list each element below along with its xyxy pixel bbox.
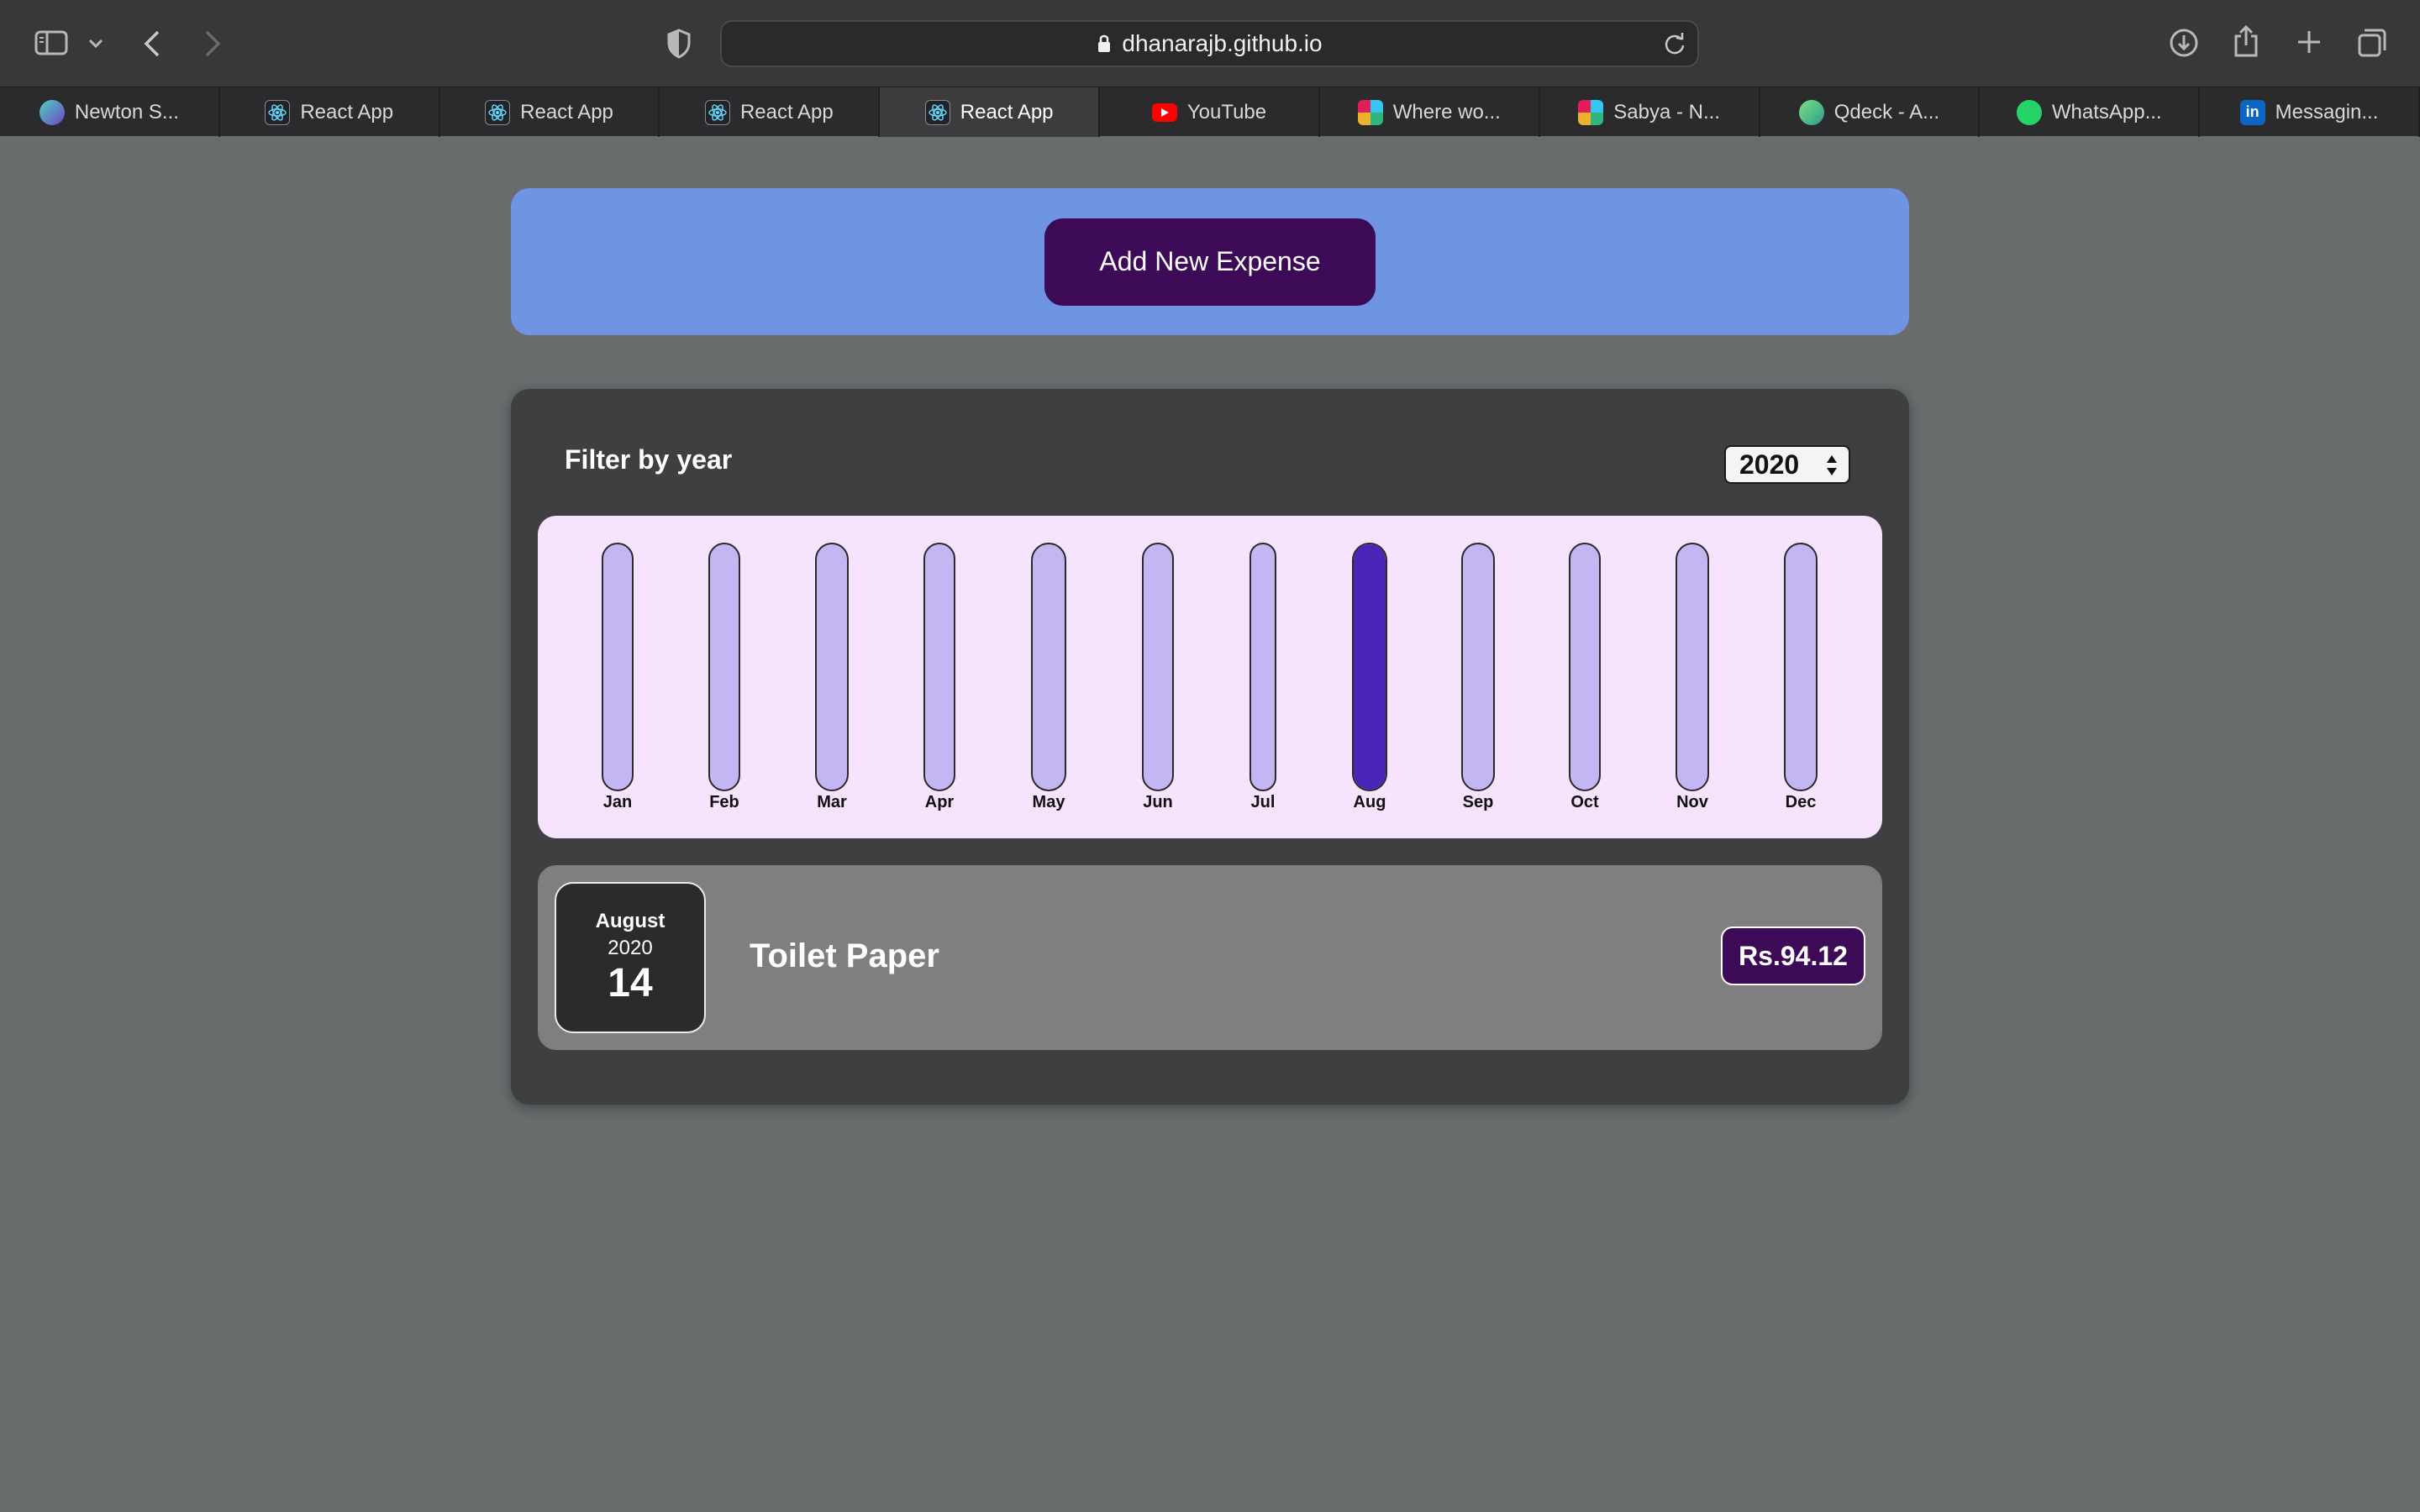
privacy-shield-icon[interactable] <box>664 27 694 60</box>
chart-bar-mar <box>815 543 849 791</box>
chart-bar-feb <box>708 543 740 791</box>
whatsapp-icon <box>2016 99 2042 125</box>
chevron-down-icon[interactable] <box>86 34 106 54</box>
tab-linkedin[interactable]: in Messagin... <box>2200 87 2420 137</box>
tab-label: React App <box>300 100 394 123</box>
tab-label: Sabya - N... <box>1613 100 1720 123</box>
expense-date: August 2020 14 <box>555 882 706 1033</box>
browser-toolbar: dhanarajb.github.io <box>0 0 2420 87</box>
tab-react-app-1[interactable]: React App <box>220 87 440 137</box>
chart-bar-label: Apr <box>924 793 955 811</box>
filter-label: Filter by year <box>565 444 733 475</box>
share-icon[interactable] <box>2231 24 2261 59</box>
chart-bar-jul <box>1249 543 1276 791</box>
youtube-icon <box>1151 102 1177 122</box>
chart-bar-label: Jan <box>602 793 633 811</box>
expenses-panel: Filter by year 2020 Jan Feb Mar Apr May Jun Ju… <box>511 389 1909 1105</box>
tab-label: React App <box>960 100 1054 123</box>
newton-icon <box>39 99 65 125</box>
url-text: dhanarajb.github.io <box>1122 30 1323 56</box>
tab-react-app-active[interactable]: React App <box>880 87 1101 137</box>
downloads-icon[interactable] <box>2168 27 2200 59</box>
tab-sabya[interactable]: Sabya - N... <box>1540 87 1760 137</box>
tab-newton[interactable]: Newton S... <box>0 87 220 137</box>
expense-item: August 2020 14 Toilet Paper Rs.94.12 <box>538 865 1882 1050</box>
back-icon[interactable] <box>139 27 165 60</box>
expense-title: Toilet Paper <box>750 937 939 974</box>
tab-label: Messagin... <box>2275 100 2379 123</box>
tab-label: Where wo... <box>1392 100 1501 123</box>
expense-date-month: August <box>595 909 666 932</box>
chart-bar-aug <box>1352 543 1387 791</box>
chart-bar-apr <box>923 543 955 791</box>
expense-amount: Rs.94.12 <box>1721 927 1865 985</box>
reload-icon[interactable] <box>1664 32 1686 61</box>
tab-label: React App <box>739 100 834 123</box>
chart-bar-label: Nov <box>1676 793 1708 811</box>
slack-icon <box>1578 99 1604 125</box>
qdeck-icon <box>1798 99 1824 125</box>
tab-bar: Newton S... React App React App React Ap… <box>0 87 2420 137</box>
year-select[interactable]: 2020 <box>1724 445 1850 484</box>
react-icon <box>485 99 511 125</box>
linkedin-icon: in <box>2239 99 2265 125</box>
new-expense-panel: Add New Expense <box>511 188 1909 335</box>
address-bar[interactable]: dhanarajb.github.io <box>720 20 1699 67</box>
chart-bar-dec <box>1784 543 1818 791</box>
chart-bar-label: Feb <box>709 793 739 811</box>
year-select-value: 2020 <box>1739 449 1800 480</box>
tab-youtube[interactable]: YouTube <box>1100 87 1320 137</box>
tab-react-app-2[interactable]: React App <box>440 87 660 137</box>
tab-label: WhatsApp... <box>2051 100 2162 123</box>
lock-icon <box>1097 34 1112 54</box>
react-icon <box>265 99 291 125</box>
chart-bar-oct <box>1569 543 1601 791</box>
react-icon <box>704 99 730 125</box>
chart-bar-jan <box>602 543 634 791</box>
chart-bar-label: Mar <box>817 793 847 811</box>
chart-bar-jun <box>1142 543 1174 791</box>
tab-label: YouTube <box>1186 100 1267 123</box>
chart-bar-label: Jun <box>1143 793 1173 811</box>
new-tab-icon[interactable] <box>2294 27 2324 57</box>
tab-react-app-3[interactable]: React App <box>660 87 881 137</box>
tab-where-wo[interactable]: Where wo... <box>1320 87 1540 137</box>
chart-bar-label: May <box>1032 793 1065 811</box>
chart-bar-label: Aug <box>1353 793 1386 811</box>
chart-bar-nov <box>1676 543 1709 791</box>
tab-label: React App <box>520 100 613 123</box>
react-icon <box>924 99 950 125</box>
chart-bar-fill <box>1354 544 1386 790</box>
expenses-chart: Jan Feb Mar Apr May Jun Jul Aug Sep Oct Nov Dec <box>538 516 1882 838</box>
tab-whatsapp[interactable]: WhatsApp... <box>1980 87 2201 137</box>
chart-bar-label: Sep <box>1462 793 1494 811</box>
select-arrows-icon <box>1825 454 1839 477</box>
chart-bar-label: Jul <box>1250 793 1276 811</box>
chart-bar-sep <box>1461 543 1495 791</box>
chart-bar-label: Oct <box>1570 793 1599 811</box>
expense-date-day: 14 <box>608 960 653 1005</box>
forward-icon[interactable] <box>200 27 225 60</box>
expense-date-year: 2020 <box>608 936 653 959</box>
slack-icon <box>1357 99 1383 125</box>
tab-qdeck[interactable]: Qdeck - A... <box>1760 87 1981 137</box>
chart-bar-may <box>1031 543 1066 791</box>
tab-label: Newton S... <box>74 100 179 123</box>
chart-bar-label: Dec <box>1785 793 1817 811</box>
tab-label: Qdeck - A... <box>1833 100 1940 123</box>
tab-overview-icon[interactable] <box>2356 27 2388 59</box>
sidebar-toggle-icon[interactable] <box>34 29 69 57</box>
add-new-expense-button[interactable]: Add New Expense <box>1044 218 1376 306</box>
